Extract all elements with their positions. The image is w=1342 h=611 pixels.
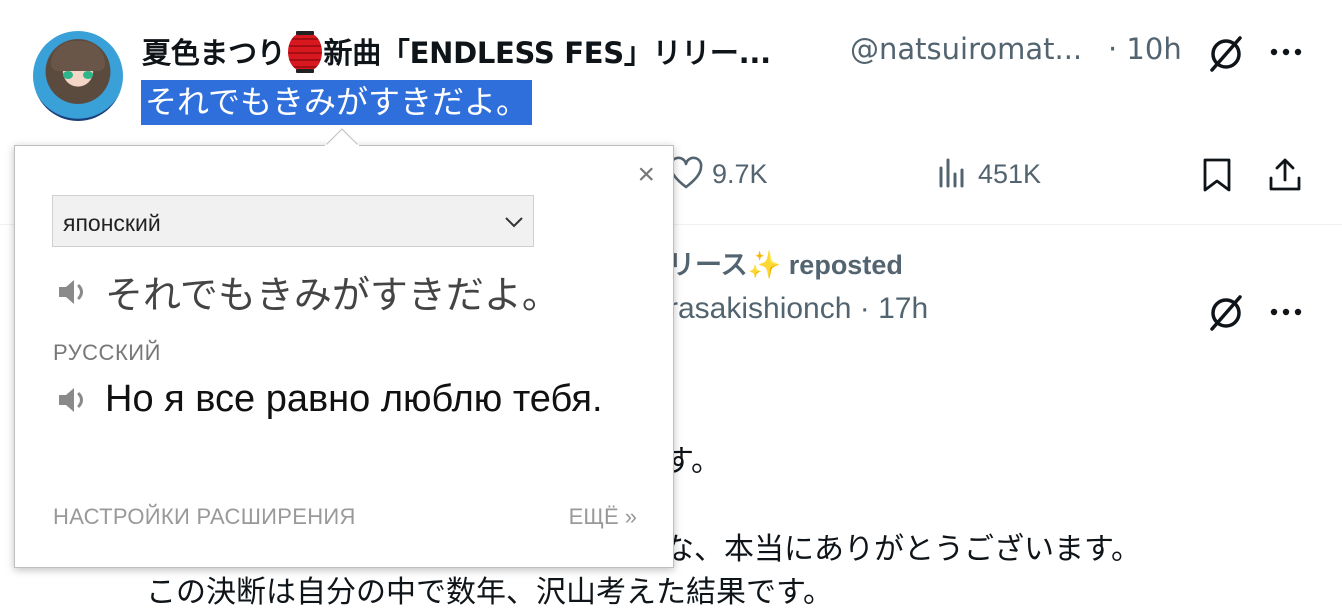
more-icon[interactable] xyxy=(1266,32,1306,72)
close-icon[interactable]: × xyxy=(637,160,655,190)
grok-icon[interactable] xyxy=(1206,34,1246,74)
source-row: それでもきみがすきだよ。 xyxy=(55,264,560,319)
speaker-icon[interactable] xyxy=(55,382,91,418)
avatar-hair xyxy=(51,41,105,71)
grok-icon[interactable] xyxy=(1206,293,1246,333)
extension-settings-link[interactable]: НАСТРОЙКИ РАСШИРЕНИЯ xyxy=(53,504,356,530)
popup-pointer xyxy=(325,128,359,146)
more-icon[interactable] xyxy=(1266,292,1306,332)
chevron-down-icon xyxy=(505,217,523,228)
views-count: 451K xyxy=(978,158,1042,189)
red-lantern-emoji-icon xyxy=(287,31,322,73)
translation-popup: × японский それでもきみがすきだよ。 РУССКИЙ Но я все… xyxy=(14,145,674,568)
translation-text: Но я все равно люблю тебя. xyxy=(105,378,603,420)
tweet-body-line: この決断は自分の中で数年、沢山考えた結果です。 xyxy=(146,575,833,610)
bookmark-icon[interactable] xyxy=(1198,156,1236,194)
sparkles-emoji-icon: ✨ xyxy=(747,250,782,280)
repost-indicator[interactable]: リース✨ reposted xyxy=(668,243,903,282)
like-button[interactable]: 9.7K xyxy=(668,156,768,192)
source-text: それでもきみがすきだよ。 xyxy=(105,273,560,317)
bar-chart-icon xyxy=(939,158,964,188)
source-language-select[interactable]: японский xyxy=(52,195,534,247)
views-button[interactable]: 451K xyxy=(934,156,1041,192)
source-language-value: японский xyxy=(63,210,161,236)
display-name-part2: 新曲「ENDLESS FES」リリー... xyxy=(323,36,772,70)
repost-label: reposted xyxy=(788,250,903,280)
share-icon[interactable] xyxy=(1266,156,1304,194)
post-time[interactable]: · 10h xyxy=(1108,32,1182,66)
repost-name-fragment: リース xyxy=(668,250,748,280)
selected-tweet-text[interactable]: それでもきみがすきだよ。 xyxy=(141,80,533,125)
user-handle-time-2[interactable]: rasakishionch · 17h xyxy=(668,292,928,326)
translation-row: Но я все равно люблю тебя. xyxy=(55,378,603,421)
more-link[interactable]: ЕЩЁ » xyxy=(569,504,637,530)
speaker-icon[interactable] xyxy=(55,274,91,310)
display-name-part1: 夏色まつり xyxy=(142,36,286,70)
user-handle[interactable]: @natsuiromat... xyxy=(850,32,1082,66)
like-count: 9.7K xyxy=(712,158,768,189)
target-language-label: РУССКИЙ xyxy=(53,340,161,365)
avatar[interactable] xyxy=(33,31,123,121)
tweet-body-line: な、本当にありがとうございます。 xyxy=(664,532,1141,567)
display-name[interactable]: 夏色まつり 新曲「ENDLESS FES」リリー... xyxy=(142,30,772,73)
avatar-eye-right xyxy=(83,71,93,79)
avatar-eye-left xyxy=(63,71,73,79)
